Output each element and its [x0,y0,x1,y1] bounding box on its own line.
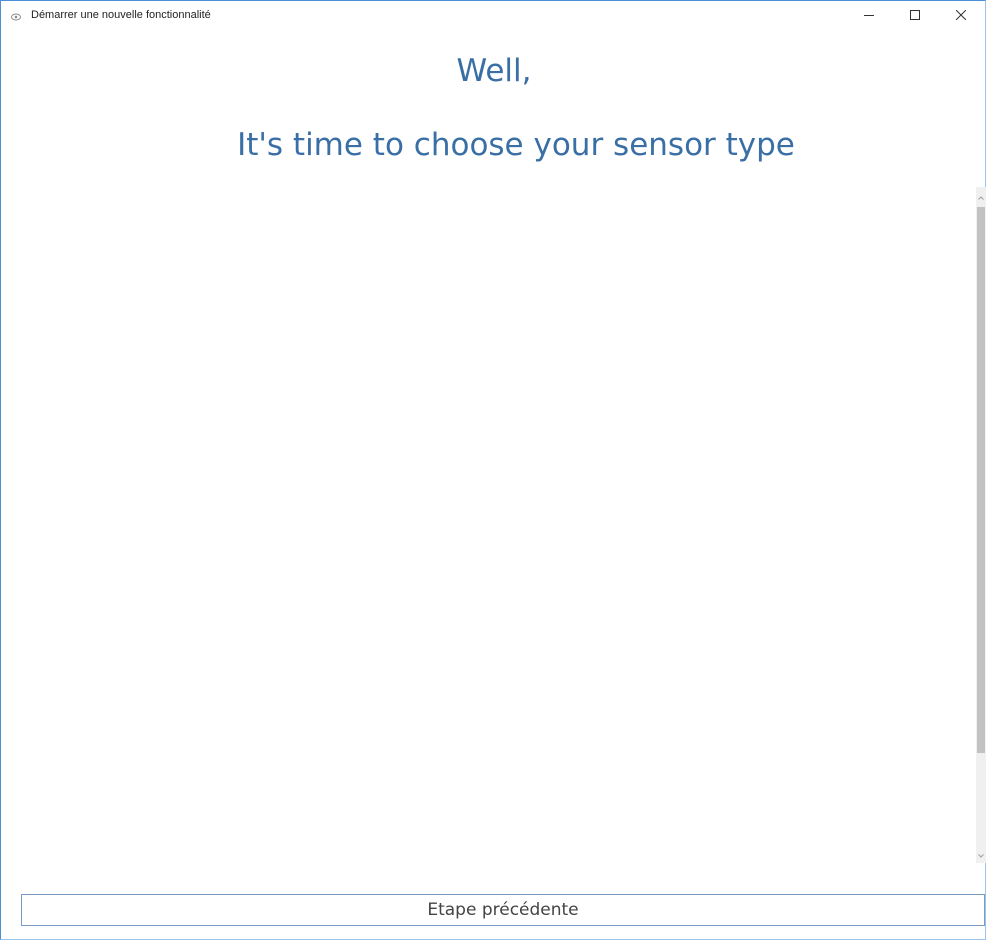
app-icon [10,10,22,22]
chevron-up-icon [978,187,984,205]
minimize-icon [864,7,874,25]
chevron-down-icon [978,845,984,863]
sensor-type-list [13,187,975,863]
window-title: Démarrer une nouvelle fonctionnalité [31,9,211,21]
app-window: Démarrer une nouvelle fonctionnalité Wel… [0,0,986,940]
maximize-icon [910,7,920,25]
close-button[interactable] [938,1,984,31]
maximize-button[interactable] [892,1,938,31]
scroll-down-button[interactable] [976,845,986,863]
scroll-thumb[interactable] [977,207,985,753]
page-heading: Well, [456,53,532,89]
close-icon [955,7,967,25]
scroll-up-button[interactable] [976,187,986,205]
minimize-button[interactable] [846,1,892,31]
vertical-scrollbar[interactable] [976,187,986,863]
previous-step-button[interactable]: Etape précédente [21,894,985,926]
page-subheading: It's time to choose your sensor type [237,127,795,163]
title-bar[interactable]: Démarrer une nouvelle fonctionnalité [1,1,985,31]
